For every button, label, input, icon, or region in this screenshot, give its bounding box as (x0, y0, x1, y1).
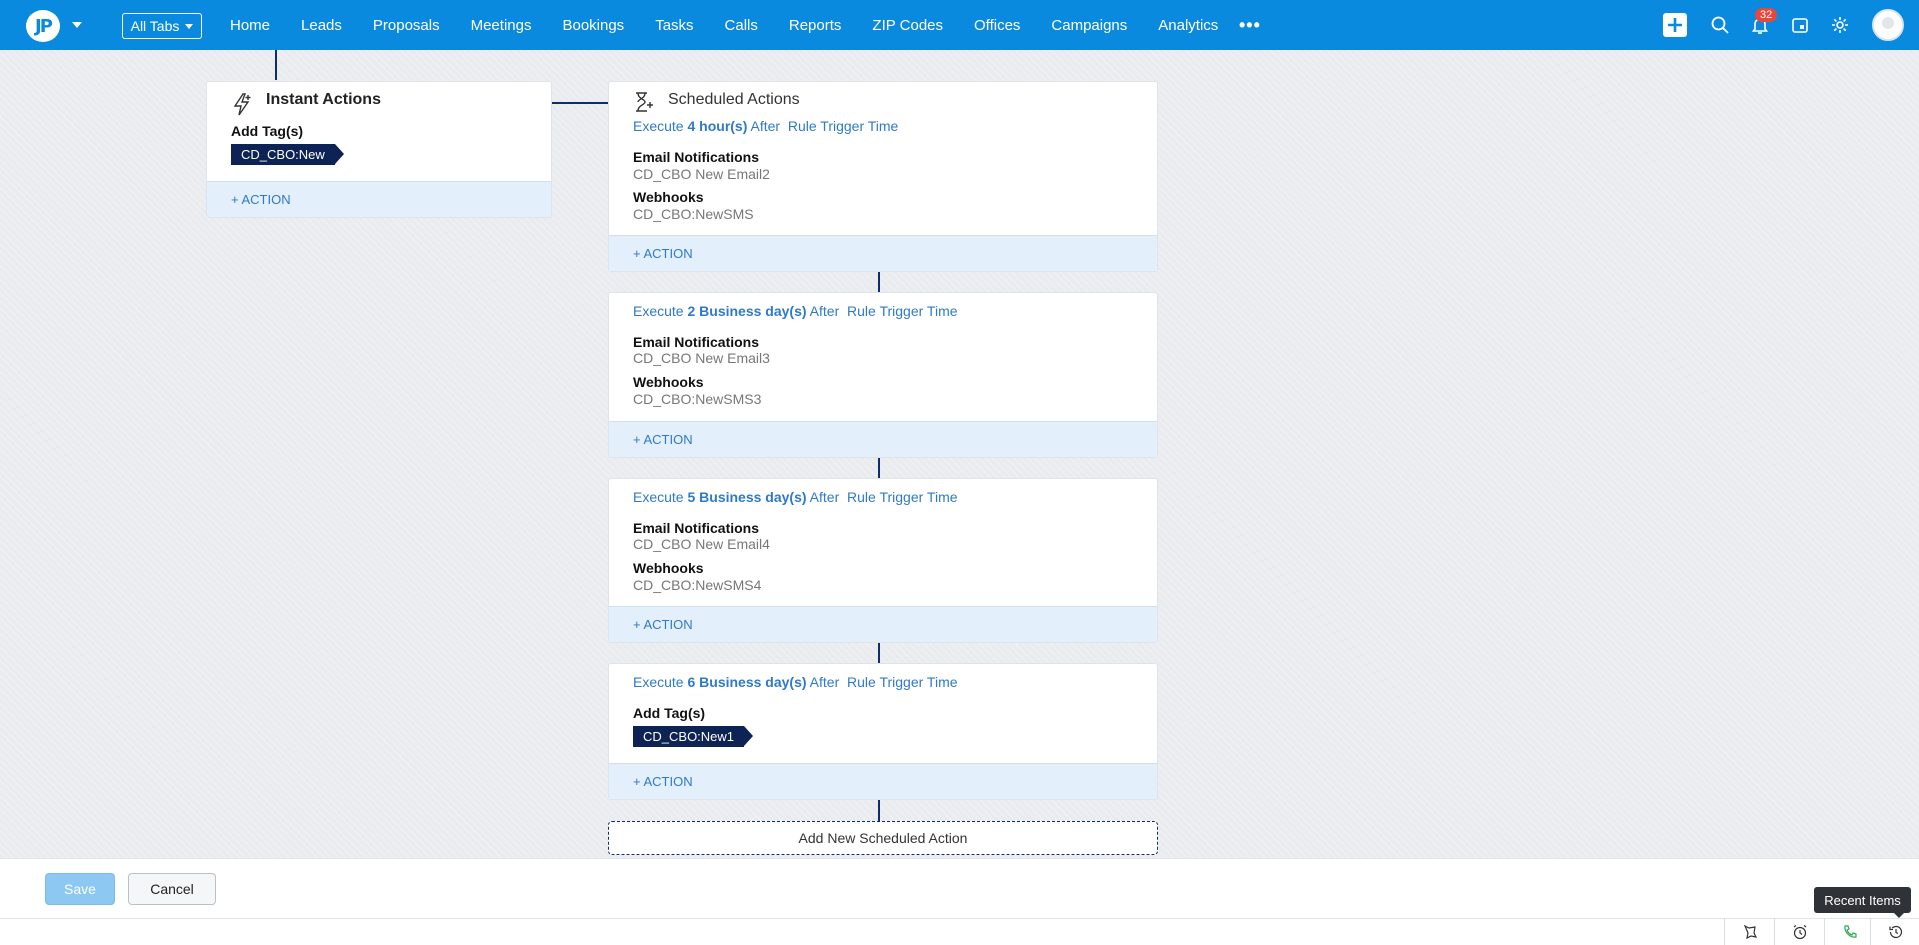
execute-trigger: Rule Trigger Time (847, 489, 958, 505)
execute-trigger: Rule Trigger Time (847, 303, 958, 319)
connector-line (878, 800, 880, 821)
nav-campaigns[interactable]: Campaigns (1051, 17, 1127, 34)
nav-tasks[interactable]: Tasks (655, 17, 693, 34)
form-footer (0, 858, 1919, 918)
scheduled-action-card: Scheduled Actions Execute 4 hour(s) Afte… (608, 81, 1158, 272)
execute-label: Execute (633, 118, 684, 134)
nav-analytics[interactable]: Analytics (1158, 17, 1218, 34)
execute-after: After (750, 118, 781, 134)
connector-line (878, 458, 880, 478)
nav-leads[interactable]: Leads (301, 17, 342, 34)
execute-after: After (809, 489, 840, 505)
execute-after: After (809, 303, 840, 319)
scheduled-add-action-button[interactable]: + ACTION (609, 606, 1157, 642)
nav-bookings[interactable]: Bookings (562, 17, 624, 34)
chevron-down-icon (185, 23, 194, 29)
logo-dropdown-icon[interactable] (72, 22, 82, 28)
scheduled-action-card: Execute 2 Business day(s) After Rule Tri… (608, 292, 1158, 458)
email-notifications-value[interactable]: CD_CBO New Email3 (633, 350, 770, 366)
top-nav-bar: JP All Tabs Home Leads Proposals Meeting… (0, 0, 1919, 50)
email-notifications-value[interactable]: CD_CBO New Email4 (633, 536, 770, 552)
logo-mark: JP (26, 10, 60, 42)
recent-items-icon[interactable] (1870, 918, 1919, 945)
notification-badge: 32 (1755, 8, 1778, 22)
add-tag-label: Add Tag(s) (633, 705, 706, 721)
connector-line (878, 643, 880, 663)
webhooks-label: Webhooks (633, 189, 704, 205)
alarm-icon[interactable] (1774, 918, 1824, 945)
instant-tag: CD_CBO:New (231, 144, 344, 165)
email-notifications-label: Email Notifications (633, 334, 760, 350)
execute-schedule-text[interactable]: Execute 2 Business day(s) After Rule Tri… (633, 303, 958, 319)
webhooks-value[interactable]: CD_CBO:NewSMS3 (633, 391, 761, 407)
execute-after: After (809, 674, 840, 690)
execute-amount: 6 Business day(s) (687, 674, 807, 690)
save-button[interactable]: Save (45, 873, 115, 905)
execute-amount: 4 hour(s) (687, 118, 748, 134)
instant-add-action-button[interactable]: + ACTION (207, 181, 551, 217)
email-notifications-label: Email Notifications (633, 520, 760, 536)
webhooks-value[interactable]: CD_CBO:NewSMS4 (633, 577, 761, 593)
add-new-scheduled-action-button[interactable]: Add New Scheduled Action (608, 821, 1158, 855)
nav-reports[interactable]: Reports (789, 17, 842, 34)
execute-schedule-text[interactable]: Execute 4 hour(s) After Rule Trigger Tim… (633, 118, 898, 134)
crm-feedback-icon[interactable] (1724, 918, 1774, 945)
nav-proposals[interactable]: Proposals (373, 17, 440, 34)
email-notifications-label: Email Notifications (633, 149, 760, 165)
hourglass-icon (633, 90, 655, 114)
main-nav: Home Leads Proposals Meetings Bookings T… (230, 0, 1249, 50)
nav-offices[interactable]: Offices (974, 17, 1020, 34)
scheduled-add-action-button[interactable]: + ACTION (609, 763, 1157, 799)
avatar[interactable] (1872, 9, 1904, 41)
webhooks-value[interactable]: CD_CBO:NewSMS (633, 206, 754, 222)
instant-actions-title: Instant Actions (266, 91, 381, 108)
more-tabs-icon[interactable]: ••• (1239, 16, 1261, 34)
scheduled-tag: CD_CBO:New1 (633, 726, 754, 747)
webhooks-label: Webhooks (633, 560, 704, 576)
all-tabs-label: All Tabs (130, 18, 180, 34)
status-bar (0, 918, 1919, 945)
webhooks-label: Webhooks (633, 374, 704, 390)
execute-trigger: Rule Trigger Time (787, 118, 899, 134)
instant-actions-card: Instant Actions Add Tag(s) CD_CBO:New + … (206, 81, 552, 218)
phone-icon[interactable] (1824, 918, 1874, 945)
scheduled-action-card: Execute 5 Business day(s) After Rule Tri… (608, 478, 1158, 643)
search-icon[interactable] (1710, 15, 1730, 35)
connector-line (275, 50, 277, 80)
lightning-icon (231, 92, 253, 116)
execute-amount: 5 Business day(s) (687, 489, 807, 505)
plus-icon[interactable] (1663, 13, 1687, 37)
tag-chip: CD_CBO:New (231, 144, 344, 165)
app-logo[interactable]: JP (26, 10, 64, 42)
scheduled-action-card: Execute 6 Business day(s) After Rule Tri… (608, 663, 1158, 800)
execute-schedule-text[interactable]: Execute 6 Business day(s) After Rule Tri… (633, 674, 958, 690)
execute-label: Execute (633, 303, 684, 319)
connector-line (552, 102, 608, 104)
nav-zip-codes[interactable]: ZIP Codes (872, 17, 943, 34)
execute-label: Execute (633, 674, 684, 690)
nav-calls[interactable]: Calls (725, 17, 758, 34)
scheduled-add-action-button[interactable]: + ACTION (609, 421, 1157, 457)
recent-items-tooltip: Recent Items (1814, 887, 1911, 918)
instant-tag-label: Add Tag(s) (231, 123, 304, 139)
connector-line (878, 272, 880, 292)
execute-schedule-text[interactable]: Execute 5 Business day(s) After Rule Tri… (633, 489, 958, 505)
execute-trigger: Rule Trigger Time (847, 674, 958, 690)
all-tabs-button[interactable]: All Tabs (122, 13, 202, 39)
scheduled-actions-title: Scheduled Actions (668, 91, 800, 108)
email-notifications-value[interactable]: CD_CBO New Email2 (633, 166, 770, 182)
calendar-icon[interactable] (1790, 15, 1810, 35)
execute-label: Execute (633, 489, 684, 505)
scheduled-add-action-button[interactable]: + ACTION (609, 235, 1157, 271)
cancel-button[interactable]: Cancel (128, 873, 216, 905)
nav-meetings[interactable]: Meetings (471, 17, 532, 34)
nav-home[interactable]: Home (230, 17, 270, 34)
tag-chip: CD_CBO:New1 (633, 726, 754, 747)
execute-amount: 2 Business day(s) (687, 303, 807, 319)
gear-icon[interactable] (1830, 15, 1850, 35)
